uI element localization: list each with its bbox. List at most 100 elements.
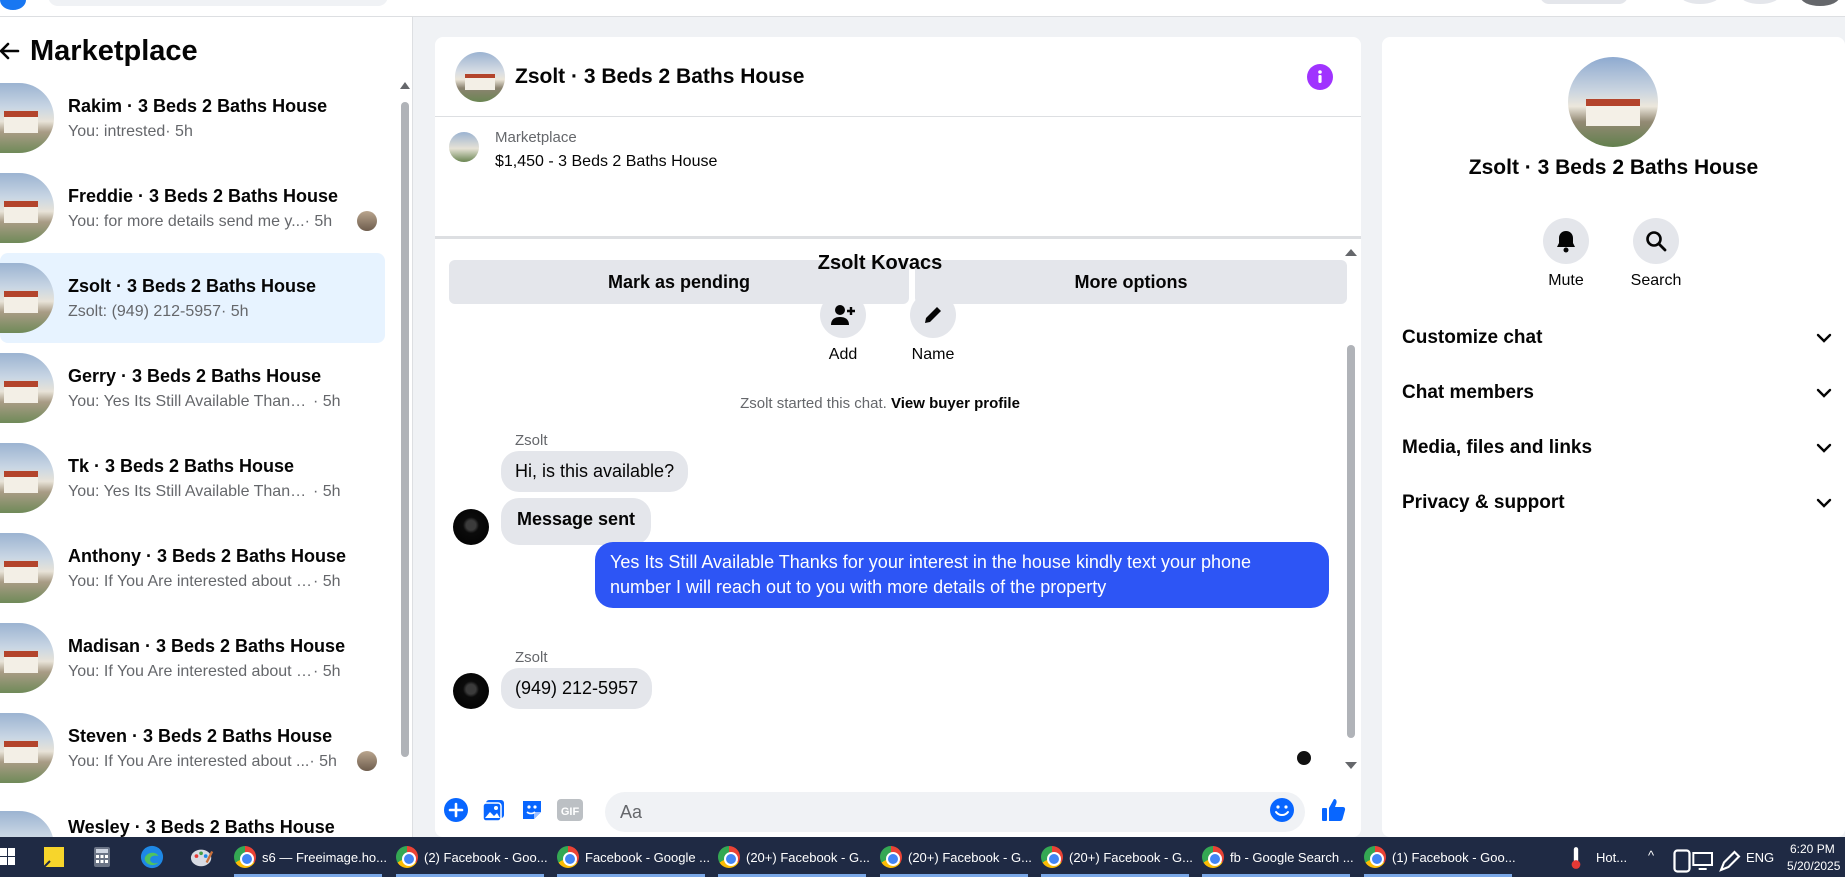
account-avatar[interactable]: [1800, 0, 1840, 6]
thread-scrollbar[interactable]: [1345, 247, 1357, 777]
windows-start-icon[interactable]: [0, 845, 20, 869]
like-thumb-icon[interactable]: [1321, 797, 1347, 823]
clock-time[interactable]: 6:20 PM: [1790, 842, 1835, 856]
chevron-up-icon[interactable]: ^: [1648, 848, 1654, 863]
message-thread: Zsolt Kovacs Add Name Zsolt started this…: [435, 242, 1361, 777]
chevron-down-icon[interactable]: [1816, 443, 1832, 453]
notifications-icon[interactable]: [1740, 0, 1780, 4]
media-files-links-section[interactable]: Media, files and links: [1402, 428, 1832, 468]
calculator-icon[interactable]: [90, 845, 114, 869]
conversation-time: · 5h: [220, 302, 249, 320]
conversation-snippet: Zsolt: (949) 212-5957: [68, 302, 221, 320]
incoming-message[interactable]: (949) 212-5957: [501, 668, 653, 709]
sender-label: Zsolt: [515, 649, 548, 666]
conversation-name: Rakim · 3 Beds 2 Baths House: [68, 95, 328, 116]
add-action[interactable]: Add: [813, 292, 873, 364]
message-sent-bubble[interactable]: Message sent: [501, 498, 652, 545]
bell-icon[interactable]: [1543, 218, 1589, 264]
back-arrow-icon[interactable]: [0, 36, 24, 66]
edge-browser-icon[interactable]: [140, 845, 164, 869]
conversation-item[interactable]: Freddie · 3 Beds 2 Baths House You: for …: [0, 163, 385, 253]
conversation-item-active[interactable]: Zsolt · 3 Beds 2 Baths House Zsolt: (949…: [0, 253, 385, 343]
top-nav-pill[interactable]: [1540, 0, 1628, 4]
sidebar-header: Marketplace: [0, 31, 198, 71]
taskbar-item[interactable]: (20+) Facebook - G...: [880, 837, 1032, 877]
scrollbar-thumb[interactable]: [1347, 345, 1355, 738]
conversation-item[interactable]: Rakim · 3 Beds 2 Baths House You: intres…: [0, 73, 385, 163]
facebook-logo-icon[interactable]: [0, 0, 26, 10]
conversation-avatar: [0, 713, 54, 783]
taskbar-item[interactable]: (20+) Facebook - G...: [718, 837, 870, 877]
emoji-icon[interactable]: [1269, 797, 1295, 823]
thermometer-icon[interactable]: [1564, 846, 1588, 870]
taskbar-item[interactable]: (2) Facebook - Goo...: [396, 837, 548, 877]
info-icon[interactable]: [1307, 64, 1333, 90]
customize-chat-section[interactable]: Customize chat: [1402, 318, 1832, 358]
scroll-up-arrow-icon[interactable]: [1345, 249, 1357, 256]
chrome-icon: [396, 846, 418, 868]
scroll-up-arrow-icon[interactable]: [400, 82, 410, 89]
incoming-message[interactable]: Hi, is this available?: [501, 451, 689, 492]
pencil-icon[interactable]: [910, 292, 956, 338]
taskbar-item[interactable]: (1) Facebook - Goo...: [1364, 837, 1516, 877]
sticker-icon[interactable]: [519, 797, 545, 823]
clock-date[interactable]: 5/20/2025: [1787, 859, 1840, 873]
chevron-down-icon[interactable]: [1816, 388, 1832, 398]
message-input[interactable]: [605, 792, 1305, 832]
section-label: Privacy & support: [1402, 492, 1565, 513]
taskbar-item[interactable]: Facebook - Google ...: [557, 837, 710, 877]
paint-app-icon[interactable]: [190, 845, 214, 869]
battery-icon[interactable]: [1670, 849, 1694, 873]
language-indicator[interactable]: ENG: [1746, 850, 1774, 865]
search-action[interactable]: Search: [1616, 218, 1696, 290]
weather-text[interactable]: Hot...: [1596, 850, 1627, 865]
seen-receipt-avatar: [1294, 748, 1314, 768]
conversation-item[interactable]: Madisan · 3 Beds 2 Baths House You: If Y…: [0, 613, 385, 703]
chat-started-notice: Zsolt started this chat. View buyer prof…: [435, 395, 1325, 412]
conversation-item[interactable]: Wesley · 3 Beds 2 Baths House: [0, 793, 385, 837]
conversation-item[interactable]: Gerry · 3 Beds 2 Baths House You: Yes It…: [0, 343, 385, 433]
sidebar-title: Marketplace: [30, 34, 198, 67]
taskbar-item[interactable]: s6 — Freeimage.ho...: [234, 837, 387, 877]
conversation-avatar: [0, 83, 54, 153]
conversation-item[interactable]: Tk · 3 Beds 2 Baths House You: Yes Its S…: [0, 433, 385, 523]
outgoing-message[interactable]: Yes Its Still Available Thanks for your …: [595, 542, 1329, 608]
listing-price[interactable]: $1,450 - 3 Beds 2 Baths House: [495, 153, 717, 171]
facebook-search-bar[interactable]: [48, 0, 388, 6]
search-label: Search: [1630, 272, 1682, 289]
search-icon[interactable]: [1633, 218, 1679, 264]
taskbar-item[interactable]: fb - Google Search ...: [1202, 837, 1354, 877]
plus-icon[interactable]: [443, 797, 469, 823]
sender-avatar[interactable]: [453, 509, 489, 545]
network-icon[interactable]: [1692, 849, 1716, 873]
scrollbar-thumb[interactable]: [401, 102, 409, 757]
menu-icon[interactable]: [1680, 0, 1720, 4]
details-avatar[interactable]: [1568, 57, 1658, 147]
sticky-notes-icon[interactable]: [42, 845, 66, 869]
gif-icon[interactable]: GIF: [557, 797, 583, 823]
sender-avatar[interactable]: [453, 673, 489, 709]
mute-action[interactable]: Mute: [1526, 218, 1606, 290]
chat-avatar[interactable]: [455, 51, 505, 102]
add-person-icon[interactable]: [820, 292, 866, 338]
listing-thumbnail[interactable]: [449, 132, 479, 162]
view-buyer-profile-link[interactable]: View buyer profile: [891, 395, 1020, 412]
taskbar-item-label: (20+) Facebook - G...: [908, 849, 1032, 865]
conversation-time: · 5h: [165, 122, 193, 140]
conversation-avatar: [0, 263, 54, 333]
taskbar-item[interactable]: (20+) Facebook - G...: [1041, 837, 1193, 877]
pen-icon[interactable]: [1718, 849, 1742, 873]
conversation-item[interactable]: Anthony · 3 Beds 2 Baths House You: If Y…: [0, 523, 385, 613]
scroll-down-arrow-icon[interactable]: [1345, 762, 1357, 769]
chat-members-section[interactable]: Chat members: [1402, 373, 1832, 413]
conversation-sidebar: Marketplace Rakim · 3 Beds 2 Baths House…: [0, 17, 413, 837]
sidebar-scrollbar[interactable]: [400, 82, 410, 827]
chat-title[interactable]: Zsolt · 3 Beds 2 Baths House: [515, 65, 804, 89]
conversation-item[interactable]: Steven · 3 Beds 2 Baths House You: If Yo…: [0, 703, 385, 793]
photo-icon[interactable]: [481, 797, 507, 823]
chevron-down-icon[interactable]: [1816, 498, 1832, 508]
conversation-name: Zsolt · 3 Beds 2 Baths House: [68, 275, 317, 296]
privacy-support-section[interactable]: Privacy & support: [1402, 483, 1832, 523]
name-action[interactable]: Name: [903, 292, 963, 364]
chevron-down-icon[interactable]: [1816, 333, 1832, 343]
